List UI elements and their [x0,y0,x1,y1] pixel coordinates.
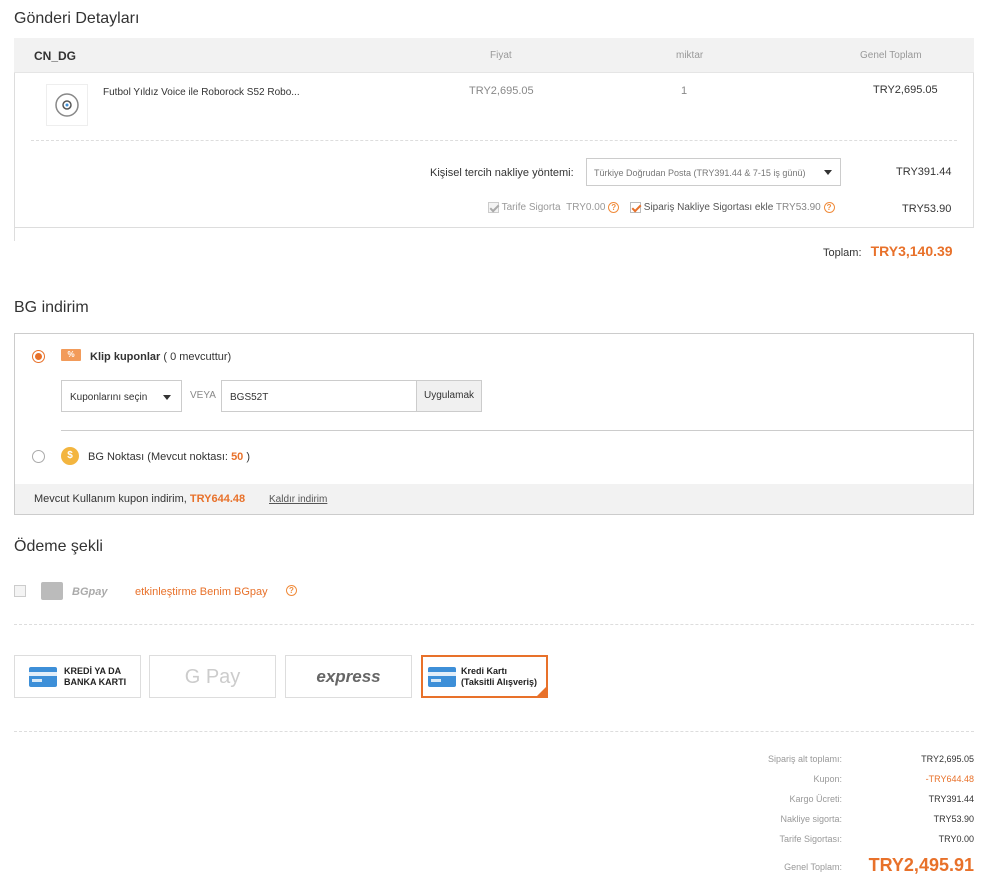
current-discount-amount: TRY644.48 [189,493,246,505]
shipping-insurance-label: Sipariş Nakliye Sigortası ekle [643,202,774,214]
summary-value: -TRY644.48 [925,774,974,784]
current-discount-label: Mevcut Kullanım kupon indirim, [34,493,187,505]
shipping-cost: TRY391.44 [896,166,952,178]
pay-option-line1: KREDİ YA DA [64,666,122,676]
coupon-label-prefix: Klip kuponlar [90,351,161,363]
current-discount-bar: Mevcut Kullanım kupon indirim, TRY644.48… [15,484,973,514]
summary-value: TRY53.90 [933,814,974,824]
coupon-code-value: BGS52T [230,392,269,403]
credit-card-icon [29,667,57,687]
col-total: Genel Toplam [860,50,922,61]
shipping-method-label: Kişisel tercih nakliye yöntemi: [430,167,574,179]
points-value: 50 [231,451,244,463]
tariff-amount: TRY0.00 [566,202,606,214]
summary-label: Kargo Ücreti: [789,794,842,804]
warehouse-label: CN_DG [34,49,77,63]
shipment-total-amount: TRY3,140.39 [870,243,953,259]
bgpay-checkbox[interactable] [14,585,26,597]
coupon-select-value: Kuponlarını seçin [70,392,148,403]
shipment-header: CN_DG Fiyat miktar Genel Toplam [14,38,974,73]
product-qty: 1 [681,85,688,97]
shipment-total: Toplam: TRY3,140.39 [823,243,953,259]
credit-card-icon [428,667,456,687]
help-icon[interactable]: ? [286,585,297,596]
robot-vacuum-icon [55,93,79,117]
product-thumbnail[interactable] [46,84,88,126]
divider [31,140,957,141]
bgpay-activate-link[interactable]: etkinleştirme Benim BGpay [135,586,268,598]
summary-value: TRY2,695.05 [921,754,974,764]
shipping-insurance-amount: TRY53.90 [775,202,821,214]
pay-option-credit-debit[interactable]: KREDİ YA DA BANKA KARTI [14,655,141,698]
divider [61,430,973,431]
coupon-code-input[interactable]: BGS52T [221,380,417,412]
help-icon[interactable]: ? [608,202,620,213]
pay-option-line2: BANKA KARTI [64,677,127,687]
pay-option-gpay[interactable]: G Pay [149,655,276,698]
apply-coupon-button[interactable]: Uygulamak [416,380,482,412]
discount-box: % Klip kuponlar ( 0 mevcuttur) Kuponları… [14,333,974,515]
pay-option-label: Kredi Kartı (Taksitli Alışveriş) [461,666,537,688]
summary-value: TRY0.00 [938,834,974,844]
points-radio[interactable] [32,450,45,463]
coupon-label-count: ( 0 mevcuttur) [163,351,232,363]
grand-total-label: Genel Toplam: [784,862,842,872]
shipping-insurance: Sipariş Nakliye Sigortası ekle TRY53.90 … [630,202,835,213]
coin-icon: $ [61,447,79,465]
pay-option-label: KREDİ YA DA BANKA KARTI [64,666,126,688]
express-logo: express [316,667,381,686]
product-total: TRY2,695.05 [873,84,938,96]
caret-down-icon [163,395,171,400]
summary-value: TRY391.44 [928,794,974,804]
product-price: TRY2,695.05 [469,85,534,97]
tariff-label: Tarife Sigorta [501,202,561,214]
shipment-title: Gönderi Detayları [14,10,140,27]
col-qty: miktar [676,50,704,61]
pay-option-line1: Kredi Kartı [461,666,508,676]
coupon-icon: % [61,349,81,361]
payment-title: Ödeme şekli [14,538,103,555]
shipping-insurance-checkbox[interactable] [630,202,641,213]
selected-check-icon [537,687,546,696]
summary-label: Nakliye sigorta: [780,814,842,824]
summary-label: Sipariş alt toplamı: [767,754,842,764]
product-name[interactable]: Futbol Yıldız Voice ile Roborock S52 Rob… [103,87,300,98]
coupon-label: Klip kuponlar ( 0 mevcuttur) [90,351,231,363]
tariff-checkbox[interactable] [488,202,499,213]
pay-option-installment-card[interactable]: Kredi Kartı (Taksitli Alışveriş) [421,655,548,698]
shipment-edge [14,73,15,241]
shipment-total-label: Toplam: [823,247,862,259]
coupon-select[interactable]: Kuponlarını seçin [61,380,182,412]
points-close: ) [246,451,251,463]
gpay-logo: G Pay [184,666,241,688]
col-price: Fiyat [490,50,512,61]
points-label: BG Noktası (Mevcut noktası: 50 ) [88,451,250,463]
wallet-icon [41,582,63,600]
or-label: VEYA [190,390,216,401]
shipment-box: CN_DG Fiyat miktar Genel Toplam Futbol Y… [14,38,974,241]
summary-label: Tarife Sigortası: [779,834,842,844]
insurance-cost: TRY53.90 [902,203,952,215]
remove-discount-link[interactable]: Kaldır indirim [269,494,327,505]
bgpay-logo-text: BGpay [72,586,108,598]
divider [14,624,974,625]
current-discount: Mevcut Kullanım kupon indirim, TRY644.48 [34,493,245,505]
points-label-text: BG Noktası (Mevcut noktası: [88,451,228,463]
help-icon[interactable]: ? [823,202,835,213]
pay-option-express[interactable]: express [285,655,412,698]
caret-down-icon [824,170,832,175]
grand-total-amount: TRY2,495.91 [868,855,974,875]
pay-option-line2: (Taksitli Alışveriş) [461,677,538,687]
coupon-radio[interactable] [32,350,45,363]
summary-label: Kupon: [813,774,842,784]
divider [14,731,974,732]
tariff-insurance: Tarife Sigorta TRY0.00 ? [488,202,620,214]
discount-title: BG indirim [14,299,89,316]
shipping-method-value: Türkiye Doğrudan Posta (TRY391.44 & 7-15… [594,168,806,178]
shipping-method-select[interactable]: Türkiye Doğrudan Posta (TRY391.44 & 7-15… [586,158,841,186]
